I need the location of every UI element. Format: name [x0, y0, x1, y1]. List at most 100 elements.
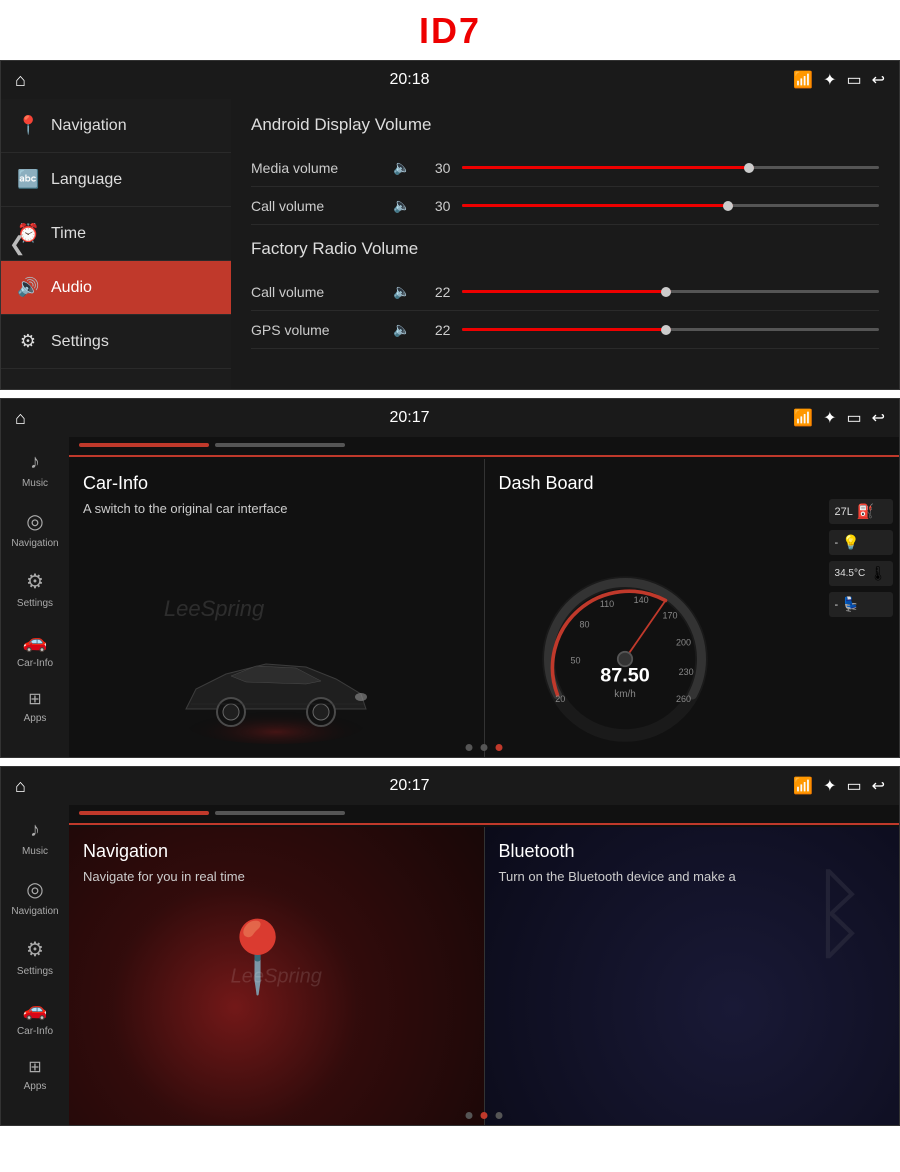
media-volume-row: Media volume 🔈 30 — [251, 149, 879, 187]
screen1-body: ❮ 📍 Navigation 🔤 Language ⏰ Time 🔊 Audio… — [1, 99, 899, 389]
svg-text:200: 200 — [675, 638, 690, 648]
window-icon-3: ▭ — [846, 776, 861, 796]
temp-info: 34.5°C 🌡 — [829, 561, 893, 586]
sidebar-settings-2[interactable]: ⚙ Settings — [1, 559, 69, 619]
fuel-icon: ⛽ — [857, 503, 874, 520]
screen2: ⌂ 20:17 📶 ✦ ▭ ↩ ♪ Music ◎ Navigation ⚙ S… — [0, 398, 900, 758]
svg-text:140: 140 — [633, 595, 648, 605]
carinfo-icon-2: 🚗 — [23, 629, 48, 654]
back-icon-2[interactable]: ↩ — [872, 408, 885, 428]
dot-3-3[interactable] — [496, 1112, 503, 1119]
sidebar-item-navigation[interactable]: 📍 Navigation — [1, 99, 231, 153]
back-icon-3[interactable]: ↩ — [872, 776, 885, 796]
carinfo-icon-3: 🚗 — [23, 997, 48, 1022]
call-volume-value-1: 30 — [422, 198, 450, 214]
divider-2 — [69, 455, 899, 457]
navigation-card[interactable]: Navigation Navigate for you in real time… — [69, 827, 485, 1125]
wifi-icon-3: 📶 — [793, 776, 813, 796]
dot-1[interactable] — [466, 744, 473, 751]
map-pin-icon: 📍 — [214, 917, 301, 999]
dashboard-title: Dash Board — [499, 473, 886, 494]
sidebar-navigation-3[interactable]: ◎ Navigation — [1, 867, 69, 927]
nav-icon-3: ◎ — [26, 877, 43, 902]
temp-icon: 🌡 — [869, 565, 887, 582]
media-volume-value: 30 — [422, 160, 450, 176]
audio-icon: 🔊 — [17, 277, 39, 298]
status-icons-1: 📶 ✦ ▭ ↩ — [793, 70, 885, 90]
sidebar-menu: ❮ 📍 Navigation 🔤 Language ⏰ Time 🔊 Audio… — [1, 99, 231, 389]
sidebar-apps-3[interactable]: ⊞ Apps — [1, 1047, 69, 1102]
sidebar-navigation-2[interactable]: ◎ Navigation — [1, 499, 69, 559]
car-image — [69, 619, 484, 749]
fuel-value: 27L — [835, 506, 853, 518]
progress-bars-3 — [69, 805, 899, 821]
settings-icon-2: ⚙ — [26, 569, 44, 594]
svg-text:50: 50 — [570, 656, 580, 666]
call-volume-label-1: Call volume — [251, 198, 381, 214]
sidebar-back-chevron[interactable]: ❮ — [9, 232, 26, 257]
sidebar-item-language[interactable]: 🔤 Language — [1, 153, 231, 207]
screen3-body: ♪ Music ◎ Navigation ⚙ Settings 🚗 Car-In… — [1, 805, 899, 1125]
sidebar-music-2[interactable]: ♪ Music — [1, 441, 69, 499]
sidebar-apps-2[interactable]: ⊞ Apps — [1, 679, 69, 734]
call-vol-icon-2: 🔈 — [393, 283, 410, 300]
svg-text:170: 170 — [662, 611, 677, 621]
media-volume-slider[interactable] — [462, 166, 879, 169]
status-bar-2: ⌂ 20:17 📶 ✦ ▭ ↩ — [1, 399, 899, 437]
svg-text:230: 230 — [678, 667, 693, 677]
gps-volume-slider[interactable] — [462, 328, 879, 331]
call-volume-slider-1[interactable] — [462, 204, 879, 207]
fuel-info: 27L ⛽ — [829, 499, 893, 524]
media-volume-label: Media volume — [251, 160, 381, 176]
screen1: ⌂ 20:18 📶 ✦ ▭ ↩ ❮ 📍 Navigation 🔤 Languag… — [0, 60, 900, 390]
left-sidebar-2: ♪ Music ◎ Navigation ⚙ Settings 🚗 Car-In… — [1, 437, 69, 757]
dot-3[interactable] — [496, 744, 503, 751]
apps-icon-3: ⊞ — [28, 1057, 41, 1077]
music-icon-2: ♪ — [30, 451, 40, 474]
navigation-desc: Navigate for you in real time — [83, 868, 470, 886]
dot-3-1[interactable] — [466, 1112, 473, 1119]
sidebar-item-settings[interactable]: ⚙ Settings — [1, 315, 231, 369]
back-icon[interactable]: ↩ — [872, 70, 885, 90]
car-info-card[interactable]: Car-Info A switch to the original car in… — [69, 459, 485, 757]
status-bar-1: ⌂ 20:18 📶 ✦ ▭ ↩ — [1, 61, 899, 99]
car-info-desc: A switch to the original car interface — [83, 500, 470, 518]
gps-volume-label: GPS volume — [251, 322, 381, 338]
svg-text:20: 20 — [555, 694, 565, 704]
sidebar-carinfo-3[interactable]: 🚗 Car-Info — [1, 987, 69, 1047]
bluetooth-icon-3: ✦ — [823, 776, 836, 796]
screen2-body: ♪ Music ◎ Navigation ⚙ Settings 🚗 Car-In… — [1, 437, 899, 757]
call-volume-slider-2[interactable] — [462, 290, 879, 293]
call-volume-row-1: Call volume 🔈 30 — [251, 187, 879, 225]
sidebar-carinfo-2[interactable]: 🚗 Car-Info — [1, 619, 69, 679]
speedometer-svg: 20 50 80 110 140 170 200 230 260 87.50 k… — [535, 569, 715, 749]
cards-row-2: Car-Info A switch to the original car in… — [69, 459, 899, 757]
bluetooth-card[interactable]: Bluetooth Turn on the Bluetooth device a… — [485, 827, 900, 1125]
wifi-icon-2: 📶 — [793, 408, 813, 428]
light-icon: 💡 — [842, 534, 859, 551]
window-icon: ▭ — [846, 70, 861, 90]
navigation-title: Navigation — [83, 841, 470, 862]
svg-text:80: 80 — [579, 620, 589, 630]
title-bar: ID7 — [0, 0, 900, 60]
home-icon-3[interactable]: ⌂ — [15, 776, 26, 797]
dot-3-2[interactable] — [481, 1112, 488, 1119]
light-info: - 💡 — [829, 530, 893, 555]
car-info-title: Car-Info — [83, 473, 470, 494]
dashboard-card[interactable]: Dash Board 20 50 — [485, 459, 900, 757]
sidebar-item-audio[interactable]: 🔊 Audio — [1, 261, 231, 315]
sidebar-music-3[interactable]: ♪ Music — [1, 809, 69, 867]
dot-indicators-3 — [466, 1112, 503, 1119]
svg-text:87.50: 87.50 — [600, 665, 650, 687]
gps-vol-icon: 🔈 — [393, 321, 410, 338]
main-area-3: Navigation Navigate for you in real time… — [69, 805, 899, 1125]
clock-3: 20:17 — [389, 777, 429, 795]
dot-2[interactable] — [481, 744, 488, 751]
seat-info: - 💺 — [829, 592, 893, 617]
divider-3 — [69, 823, 899, 825]
home-icon[interactable]: ⌂ — [15, 70, 26, 91]
sidebar-settings-3[interactable]: ⚙ Settings — [1, 927, 69, 987]
sidebar-item-time[interactable]: ⏰ Time — [1, 207, 231, 261]
progress-bar-3a — [79, 811, 209, 815]
home-icon-2[interactable]: ⌂ — [15, 408, 26, 429]
